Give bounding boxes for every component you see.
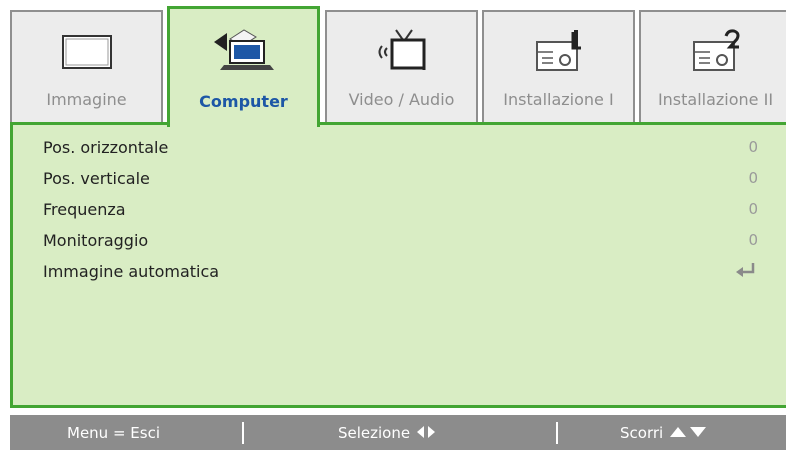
footer-separator xyxy=(556,422,558,444)
footer-help-bar: Menu = Esci Selezione Scorri xyxy=(10,415,786,450)
menu-item-label: Immagine automatica xyxy=(43,262,220,281)
menu-item-value: 0 xyxy=(748,169,758,187)
menu-item-value: 0 xyxy=(748,138,758,156)
tv-audio-icon xyxy=(366,26,438,78)
menu-item-monitoraggio[interactable]: Monitoraggio 0 xyxy=(43,227,758,255)
footer-scroll-hint: Scorri xyxy=(620,424,708,442)
tab-label: Computer xyxy=(199,92,288,111)
projector-2-icon xyxy=(680,26,752,78)
footer-menu-exit: Menu = Esci xyxy=(67,424,160,442)
menu-item-value: 0 xyxy=(748,200,758,218)
tab-label: Video / Audio xyxy=(348,90,455,109)
left-right-arrows-icon xyxy=(416,426,435,438)
footer-select-label: Selezione xyxy=(338,424,411,442)
menu-item-immagine-automatica[interactable]: Immagine automatica xyxy=(43,258,758,286)
tab-immagine[interactable]: Immagine xyxy=(10,10,163,123)
footer-separator xyxy=(242,422,244,444)
tab-label: Installazione II xyxy=(657,90,774,109)
menu-item-label: Pos. orizzontale xyxy=(43,138,169,157)
computer-icon xyxy=(208,23,280,75)
menu-item-label: Frequenza xyxy=(43,200,126,219)
picture-icon xyxy=(51,26,123,78)
tab-installazione-1[interactable]: Installazione I xyxy=(482,10,635,123)
tab-video-audio[interactable]: Video / Audio xyxy=(325,10,478,123)
menu-item-label: Pos. verticale xyxy=(43,169,150,188)
menu-item-frequenza[interactable]: Frequenza 0 xyxy=(43,196,758,224)
tab-label: Immagine xyxy=(46,90,127,109)
computer-settings-panel: Pos. orizzontale 0 Pos. verticale 0 Freq… xyxy=(10,122,786,408)
projector-icon xyxy=(523,26,595,78)
menu-item-pos-verticale[interactable]: Pos. verticale 0 xyxy=(43,165,758,193)
tab-installazione-2[interactable]: Installazione II xyxy=(639,10,786,123)
tab-label: Installazione I xyxy=(503,90,614,109)
enter-icon xyxy=(734,260,756,280)
tab-bar: Immagine Computer Video / Audio Installa… xyxy=(0,0,786,127)
menu-item-label: Monitoraggio xyxy=(43,231,149,250)
menu-item-value: 0 xyxy=(748,231,758,249)
footer-select-hint: Selezione xyxy=(338,424,437,442)
footer-scroll-label: Scorri xyxy=(620,424,664,442)
up-down-arrows-icon xyxy=(669,427,706,437)
menu-item-pos-orizzontale[interactable]: Pos. orizzontale 0 xyxy=(43,134,758,162)
tab-computer[interactable]: Computer xyxy=(167,6,320,127)
